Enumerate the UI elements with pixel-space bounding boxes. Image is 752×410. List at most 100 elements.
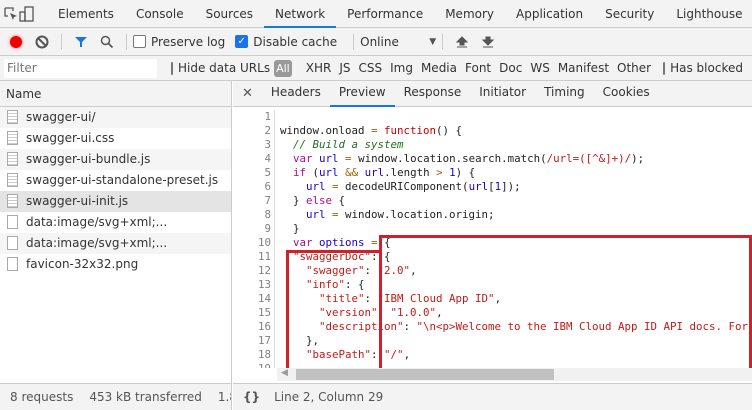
search-icon[interactable] — [94, 29, 120, 55]
filter-input[interactable] — [4, 58, 157, 78]
tab-network[interactable]: Network — [264, 0, 337, 28]
tab-performance[interactable]: Performance — [336, 0, 434, 28]
code-token: url — [319, 166, 339, 179]
tab-security[interactable]: Security — [594, 0, 665, 28]
hide-data-urls-label: Hide data URLs — [178, 61, 271, 75]
inspect-element-icon[interactable] — [3, 1, 19, 27]
filter-type-xhr[interactable]: XHR — [306, 61, 332, 75]
line-number: 1 — [264, 110, 271, 123]
request-row[interactable]: swagger-ui-standalone-preset.js — [0, 170, 231, 191]
code-token: "\n<p>Welcome to the IBM Cloud App ID AP… — [416, 320, 749, 333]
divider — [442, 33, 444, 50]
hide-data-urls-checkbox[interactable] — [171, 61, 173, 75]
request-row[interactable]: data:image/svg+xml;... — [0, 233, 231, 254]
disable-cache-checkbox[interactable]: ✓ — [235, 35, 249, 48]
tab-application[interactable]: Application — [505, 0, 594, 28]
filter-type-media[interactable]: Media — [421, 61, 457, 75]
line-number: 19 — [233, 362, 274, 368]
request-row[interactable]: swagger-ui-bundle.js — [0, 149, 231, 170]
document-file-icon — [7, 194, 18, 208]
detail-tab-headers[interactable]: Headers — [262, 80, 330, 107]
code-token: "2.0" — [377, 264, 411, 277]
line-number: 10 — [257, 236, 271, 249]
code-token: , — [410, 264, 417, 277]
preserve-log-checkbox[interactable] — [133, 35, 146, 48]
request-row[interactable]: favicon-32x32.png — [0, 254, 231, 275]
throttle-value: Online — [360, 34, 399, 49]
code-line: url = window.location.origin; — [280, 208, 748, 222]
code-token: ); — [631, 152, 645, 165]
code-token: = — [364, 236, 378, 249]
request-row[interactable]: swagger-ui/ — [0, 107, 231, 128]
pretty-print-icon[interactable]: {} — [243, 390, 260, 404]
divider — [61, 33, 62, 50]
close-icon[interactable]: ✕ — [233, 86, 262, 101]
filter-type-doc[interactable]: Doc — [499, 61, 522, 75]
chevron-down-icon: ▼ — [429, 36, 437, 47]
filter-type-manifest[interactable]: Manifest — [558, 61, 609, 75]
detail-tab-response[interactable]: Response — [395, 80, 471, 107]
code-token: : — [403, 320, 417, 333]
code-token: 1 — [442, 166, 456, 179]
request-row[interactable]: swagger-ui-init.js — [0, 191, 231, 212]
detail-tab-initiator[interactable]: Initiator — [470, 80, 535, 107]
line-number: 9 — [264, 222, 271, 235]
scrollbar-thumb[interactable] — [296, 369, 554, 380]
detail-tab-preview[interactable]: Preview — [329, 80, 395, 107]
filter-type-other[interactable]: Other — [617, 61, 651, 75]
request-name: data:image/svg+xml;... — [26, 215, 168, 229]
tab-sources[interactable]: Sources — [195, 0, 264, 28]
horizontal-scrollbar[interactable]: ◀ — [277, 368, 752, 381]
code-token: ) { — [455, 166, 476, 179]
device-toolbar-icon[interactable] — [19, 1, 35, 27]
code-token: ]); — [501, 180, 521, 193]
request-name: swagger-ui/ — [26, 110, 96, 124]
scroll-left-icon[interactable]: ◀ — [281, 368, 288, 378]
code-token: options — [312, 236, 365, 249]
filter-all-button[interactable]: All — [274, 59, 292, 77]
filter-type-font[interactable]: Font — [465, 61, 491, 75]
name-column-header[interactable]: Name — [0, 81, 231, 107]
has-blocked-checkbox[interactable] — [663, 61, 666, 75]
tab-lighthouse[interactable]: Lighthouse — [665, 0, 752, 28]
document-file-icon — [7, 131, 18, 145]
filter-type-ws[interactable]: WS — [530, 61, 549, 75]
clear-icon[interactable] — [29, 29, 55, 55]
import-har-icon[interactable] — [449, 29, 475, 55]
detail-tab-timing[interactable]: Timing — [535, 80, 594, 107]
filter-type-img[interactable]: Img — [390, 61, 413, 75]
tab-console[interactable]: Console — [125, 0, 195, 28]
request-row[interactable]: swagger-ui.css — [0, 128, 231, 149]
line-number: 6 — [264, 180, 271, 193]
code-line: } — [280, 222, 748, 236]
filter-type-css[interactable]: CSS — [358, 61, 382, 75]
code-token: "/" — [384, 348, 404, 361]
code-token: , — [436, 306, 443, 319]
code-token: ( — [306, 166, 320, 179]
tab-elements[interactable]: Elements — [47, 0, 125, 28]
line-number: 12 — [257, 264, 271, 277]
export-har-icon[interactable] — [475, 29, 501, 55]
record-icon[interactable] — [3, 29, 29, 55]
request-row[interactable]: data:image/svg+xml;... — [0, 212, 231, 233]
throttle-select[interactable]: Online ▼ — [360, 35, 436, 49]
line-number: 7 — [264, 194, 271, 207]
preview-status-bar: {} Line 2, Column 29 — [233, 383, 752, 410]
devtools-tab-bar: Elements Console Sources Network Performance… — [0, 0, 752, 28]
document-file-icon — [7, 152, 18, 166]
tab-memory[interactable]: Memory — [434, 0, 505, 28]
detail-tab-cookies[interactable]: Cookies — [594, 80, 659, 107]
request-name: data:image/svg+xml;... — [26, 236, 168, 250]
filter-icon[interactable] — [68, 29, 94, 55]
code-token: url — [358, 166, 385, 179]
code-token: decodeURIComponent( — [338, 180, 469, 193]
filter-type-js[interactable]: JS — [339, 61, 350, 75]
code-token: if — [293, 166, 307, 179]
code-token: } — [280, 194, 307, 207]
code-token: { — [332, 194, 346, 207]
code-line: var url = window.location.search.match(/… — [280, 152, 748, 166]
preview-code[interactable]: 1234567891011121314151617181920 window.o… — [233, 110, 752, 368]
code-token: { — [377, 236, 391, 249]
